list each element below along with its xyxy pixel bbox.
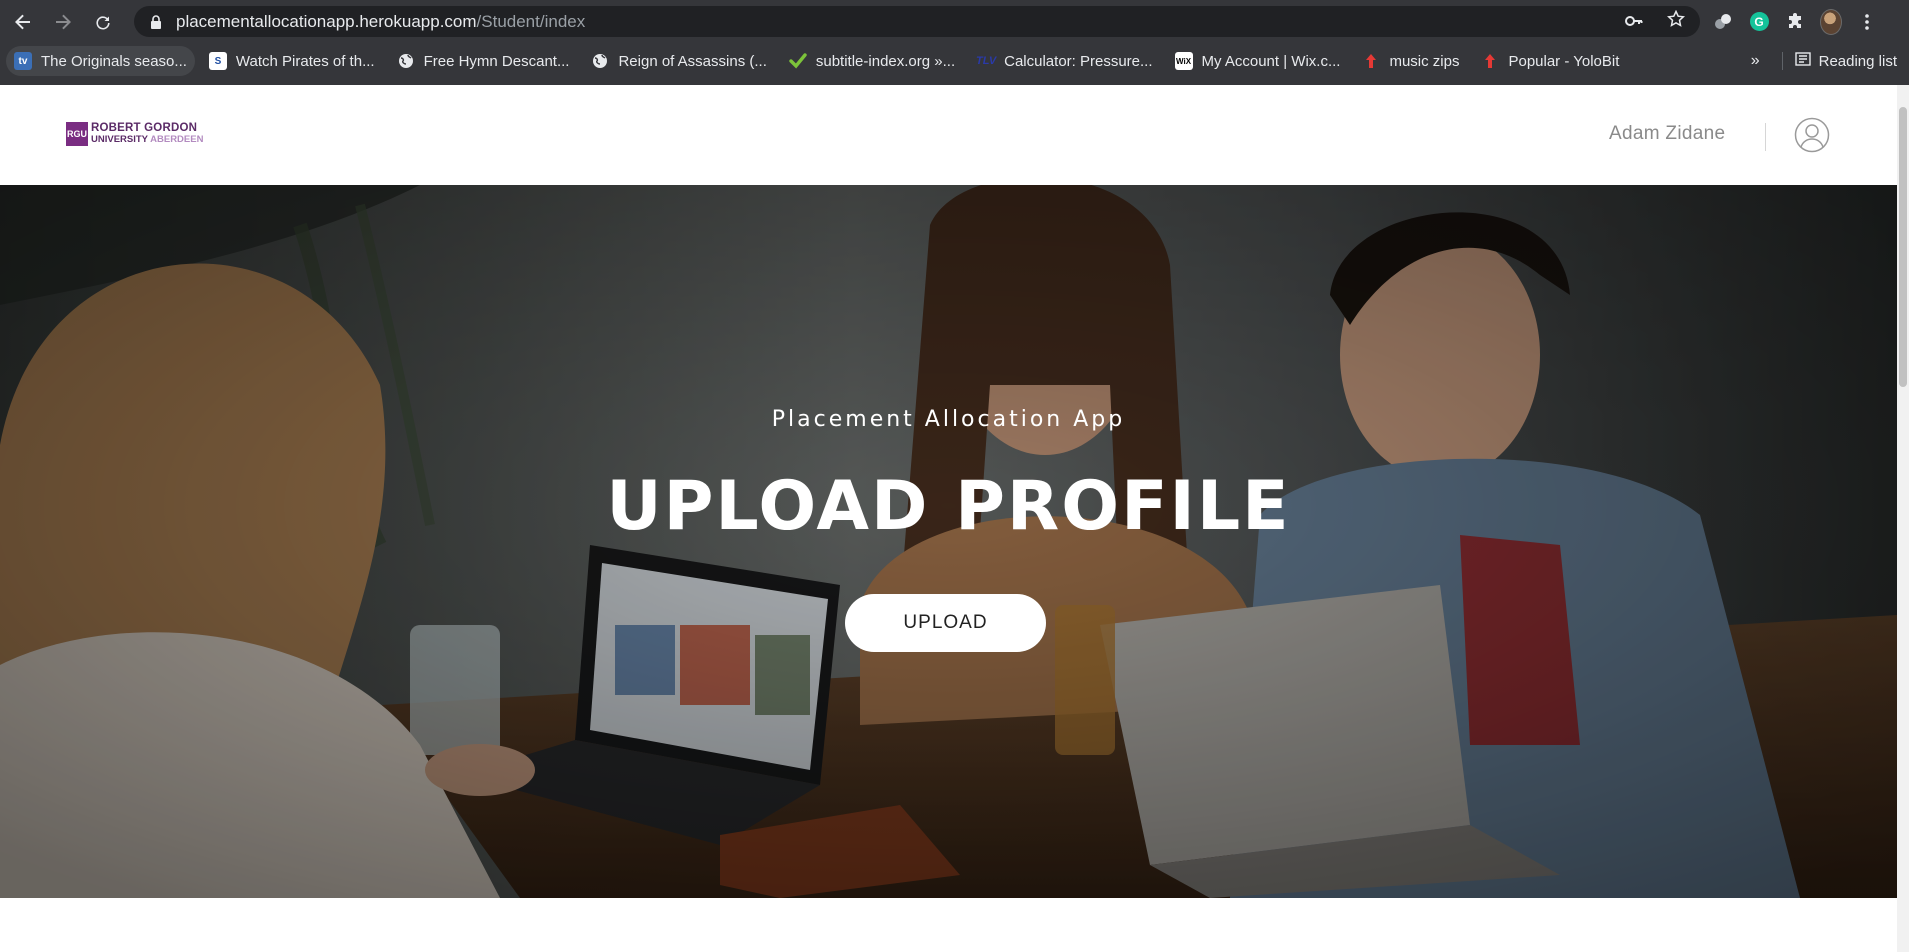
tv-favicon: tv [14, 52, 32, 70]
browser-chrome: placementallocationapp.herokuapp.com/Stu… [0, 0, 1909, 85]
logo-line-1: ROBERT GORDON [91, 122, 198, 134]
reload-button[interactable] [83, 0, 123, 43]
bookmark-label: music zips [1389, 52, 1460, 70]
scrollbar-thumb[interactable] [1899, 107, 1907, 387]
menu-kebab-icon[interactable] [1856, 11, 1878, 33]
up-arrow-icon [1481, 52, 1499, 70]
up-arrow-icon [1362, 52, 1380, 70]
logo-line-2: UNIVERSITY ABERDEEN [91, 134, 203, 146]
bookmark-label: Watch Pirates of th... [235, 52, 375, 70]
back-arrow-icon [15, 14, 30, 29]
page-viewport: RGU ROBERT GORDON UNIVERSITY ABERDEEN Ad… [0, 85, 1897, 952]
bookmark-item[interactable]: music zips [1354, 46, 1467, 76]
extension-icon[interactable] [1712, 11, 1734, 33]
bookmarks-bar: tv The Originals seaso... S Watch Pirate… [0, 45, 1909, 77]
reload-icon [96, 15, 110, 30]
s-favicon: S [208, 52, 227, 70]
logo-badge: RGU [66, 122, 88, 146]
url-path: /Student/index [476, 11, 586, 31]
upload-button[interactable]: UPLOAD [845, 594, 1046, 652]
site-header: RGU ROBERT GORDON UNIVERSITY ABERDEEN Ad… [0, 85, 1897, 185]
star-icon[interactable] [1666, 9, 1686, 33]
bookmarks-divider [1781, 52, 1783, 70]
address-bar[interactable]: placementallocationapp.herokuapp.com/Stu… [134, 6, 1700, 37]
user-avatar-icon[interactable] [1794, 117, 1830, 153]
logo-text: ROBERT GORDON UNIVERSITY ABERDEEN [91, 122, 203, 146]
page-scrollbar[interactable] [1897, 85, 1909, 952]
tlv-favicon: TLV [976, 55, 997, 67]
bookmark-item[interactable]: TLV Calculator: Pressure... [969, 46, 1160, 76]
bookmark-label: My Account | Wix.c... [1201, 52, 1341, 70]
bookmark-label: Calculator: Pressure... [1004, 52, 1153, 70]
bookmark-item[interactable]: WiX My Account | Wix.c... [1167, 46, 1349, 76]
browser-toolbar: placementallocationapp.herokuapp.com/Stu… [0, 0, 1909, 43]
bookmark-label: Reign of Assassins (... [618, 52, 767, 70]
back-button[interactable] [3, 0, 43, 43]
grammarly-icon[interactable]: G [1748, 11, 1770, 33]
hero-subtitle: Placement Allocation App [771, 407, 1126, 432]
profile-avatar[interactable] [1820, 8, 1842, 35]
lock-icon [148, 14, 164, 30]
key-icon[interactable] [1624, 12, 1644, 32]
logo-aberdeen: ABERDEEN [150, 134, 204, 145]
rgu-logo[interactable]: RGU ROBERT GORDON UNIVERSITY ABERDEEN [66, 122, 203, 146]
bookmarks-right: » Reading list [1751, 45, 1909, 77]
bookmark-label: Free Hymn Descant... [423, 52, 570, 70]
bookmark-item[interactable]: tv The Originals seaso... [6, 46, 195, 76]
puzzle-icon[interactable] [1784, 11, 1806, 33]
forward-arrow-icon [56, 14, 71, 29]
omnibox-actions [1624, 6, 1686, 37]
globe-icon [591, 52, 609, 70]
bookmark-item[interactable]: Reign of Assassins (... [583, 46, 774, 76]
extensions-area: G [1712, 0, 1878, 43]
bookmark-item[interactable]: Popular - YoloBit [1473, 46, 1627, 76]
bookmark-item[interactable]: S Watch Pirates of th... [201, 46, 383, 76]
hero-title: UPLOAD PROFILE [606, 467, 1291, 546]
hero-section: Placement Allocation App UPLOAD PROFILE … [0, 185, 1897, 898]
checkmark-icon [789, 52, 807, 70]
forward-button[interactable] [43, 0, 83, 43]
more-bookmarks-button[interactable]: » [1751, 52, 1760, 70]
logo-university: UNIVERSITY [91, 134, 148, 145]
bookmark-label: Popular - YoloBit [1508, 52, 1620, 70]
user-name[interactable]: Adam Zidane [1609, 123, 1725, 145]
header-divider [1765, 123, 1766, 151]
reading-list-icon[interactable] [1794, 52, 1811, 70]
reading-list-label[interactable]: Reading list [1819, 53, 1897, 70]
bookmark-item[interactable]: Free Hymn Descant... [389, 46, 578, 76]
url-text: placementallocationapp.herokuapp.com/Stu… [176, 12, 585, 32]
wix-favicon: WiX [1174, 52, 1193, 70]
hero-content: Placement Allocation App UPLOAD PROFILE … [0, 185, 1897, 898]
url-host: placementallocationapp.herokuapp.com [176, 11, 477, 31]
bookmark-label: subtitle-index.org »... [815, 52, 956, 70]
bookmark-item[interactable]: subtitle-index.org »... [781, 46, 963, 76]
bookmark-label: The Originals seaso... [41, 52, 187, 70]
globe-icon [397, 52, 415, 70]
